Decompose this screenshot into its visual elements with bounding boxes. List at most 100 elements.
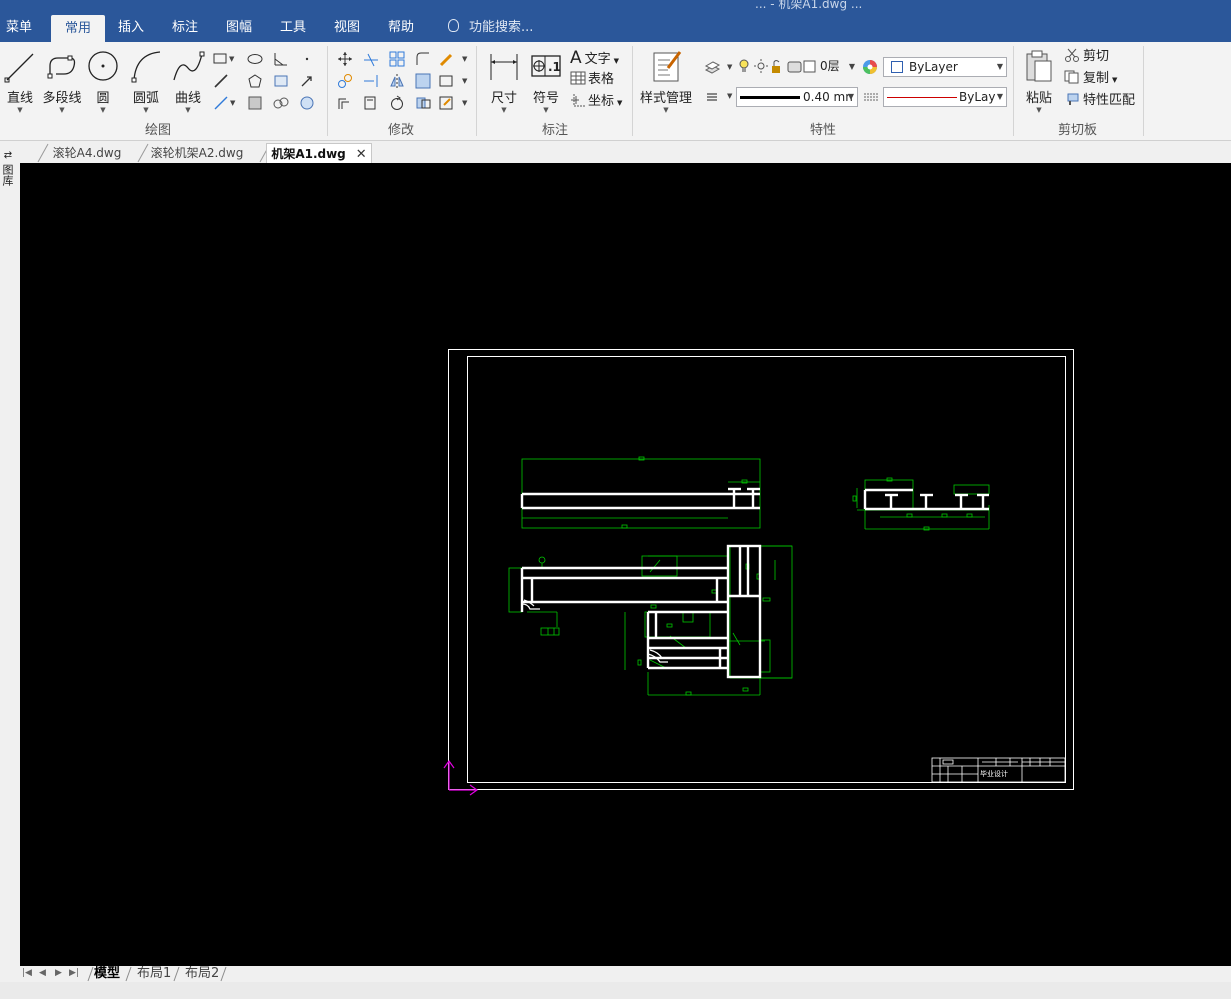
fillet-icon[interactable] bbox=[414, 50, 432, 68]
menu-bar: 菜单 常用 插入 标注 图幅 工具 视图 帮助 功能搜索... bbox=[0, 14, 1231, 42]
edit-icon[interactable]: ▼ bbox=[438, 94, 468, 112]
close-icon[interactable]: ✕ bbox=[356, 147, 367, 162]
text-label: 文字 bbox=[584, 52, 611, 67]
ellipse-icon[interactable] bbox=[246, 50, 264, 68]
linetype-dropdown[interactable]: ByLaye ▼ bbox=[883, 87, 1007, 107]
move-icon[interactable] bbox=[336, 50, 354, 68]
polygon-icon[interactable] bbox=[246, 72, 264, 90]
ucs-icon bbox=[443, 759, 479, 796]
menu-item-home[interactable]: 常用 bbox=[51, 15, 106, 42]
drawing-canvas[interactable]: 毕业设计 bbox=[20, 163, 1231, 967]
hatch-icon[interactable] bbox=[272, 72, 290, 90]
cloud-icon[interactable] bbox=[272, 94, 290, 112]
layer-state-icon[interactable]: ▼ bbox=[703, 58, 733, 76]
table-label: 表格 bbox=[588, 72, 615, 87]
stretch-icon[interactable]: ▼ bbox=[438, 72, 468, 90]
line-label: 直线 bbox=[6, 91, 33, 106]
brush-icon[interactable]: ▼ bbox=[438, 50, 468, 68]
lineweight-dropdown[interactable]: 0.40 mn ▼ bbox=[736, 87, 858, 107]
angle-line-icon[interactable] bbox=[272, 50, 290, 68]
paste-button[interactable]: 粘贴 ▼ bbox=[1021, 48, 1057, 118]
match-properties-button[interactable]: 特性匹配 bbox=[1064, 91, 1135, 111]
coordinate-button[interactable]: 坐标 ▼ bbox=[570, 92, 622, 112]
mirror-icon[interactable] bbox=[388, 72, 406, 90]
scale-icon[interactable] bbox=[414, 72, 432, 90]
break-icon[interactable] bbox=[414, 94, 432, 112]
rectangle-icon[interactable]: ▼ bbox=[212, 50, 235, 68]
extend-icon[interactable] bbox=[362, 72, 380, 90]
curve-button[interactable]: 曲线 ▼ bbox=[168, 48, 208, 118]
scissors-icon bbox=[1065, 48, 1079, 62]
layout-tab-2[interactable]: 布局2 bbox=[185, 966, 219, 982]
trim-icon[interactable] bbox=[362, 50, 380, 68]
prev-layout-icon[interactable]: ◀ bbox=[39, 968, 46, 978]
dimension-button[interactable]: 尺寸 ▼ bbox=[484, 48, 524, 118]
separator bbox=[327, 46, 328, 136]
menu-item-view[interactable]: 视图 bbox=[330, 14, 364, 42]
region-icon[interactable] bbox=[298, 94, 316, 112]
svg-text:▼: ▼ bbox=[462, 77, 468, 85]
file-tab-1[interactable]: 滚轮A4.dwg bbox=[50, 143, 124, 163]
polyline-button[interactable]: 多段线 ▼ bbox=[41, 48, 83, 118]
block-icon[interactable] bbox=[246, 94, 264, 112]
separator bbox=[1013, 46, 1014, 136]
modify-group-label: 修改 bbox=[388, 123, 415, 138]
arc-button[interactable]: 圆弧 ▼ bbox=[126, 48, 166, 118]
separator bbox=[632, 46, 633, 136]
first-layout-icon[interactable]: |◀ bbox=[22, 968, 32, 978]
style-manager-button[interactable]: 样式管理 ▼ bbox=[640, 48, 692, 118]
color-dropdown[interactable]: ByLayer ▼ bbox=[883, 57, 1007, 77]
paste-icon bbox=[1026, 50, 1052, 82]
dimension-icon bbox=[490, 54, 518, 80]
title-block-text: 毕业设计 bbox=[980, 769, 1008, 778]
menu-item-sheet[interactable]: 图幅 bbox=[222, 14, 256, 42]
curve-icon bbox=[173, 51, 205, 81]
file-tab-2[interactable]: 滚轮机架A2.dwg bbox=[147, 143, 247, 163]
lineweight-settings-icon[interactable]: ▼ bbox=[703, 87, 733, 105]
menu-item-tools[interactable]: 工具 bbox=[276, 14, 310, 42]
copy-object-icon[interactable] bbox=[336, 72, 354, 90]
copy-button[interactable]: 复制 ▼ bbox=[1064, 69, 1117, 89]
center-line-icon[interactable]: ▼ bbox=[212, 94, 236, 112]
svg-text:▼: ▼ bbox=[229, 55, 235, 63]
construction-line-icon[interactable] bbox=[212, 72, 230, 90]
circle-button[interactable]: 圆 ▼ bbox=[85, 48, 121, 118]
cut-button[interactable]: 剪切 bbox=[1064, 47, 1109, 67]
circle-label: 圆 bbox=[96, 91, 110, 106]
menu-item-menu[interactable]: 菜单 bbox=[2, 14, 36, 42]
line-button[interactable]: 直线 ▼ bbox=[0, 48, 40, 118]
svg-text:▼: ▼ bbox=[727, 92, 733, 100]
layout-tab-model[interactable]: 模型 bbox=[94, 966, 120, 982]
arrow-icon[interactable] bbox=[298, 72, 316, 90]
copy-label: 复制 bbox=[1083, 71, 1110, 86]
text-button[interactable]: A 文字 ▼ bbox=[570, 48, 619, 68]
rotate-icon[interactable] bbox=[388, 94, 406, 112]
explode-icon[interactable] bbox=[362, 94, 380, 112]
table-button[interactable]: 表格 bbox=[570, 70, 614, 90]
layout-tab-1[interactable]: 布局1 bbox=[137, 966, 171, 982]
offset-icon[interactable] bbox=[336, 94, 354, 112]
separator bbox=[1143, 46, 1144, 136]
symbol-button[interactable]: .1 符号 ▼ bbox=[526, 48, 566, 118]
menu-item-help[interactable]: 帮助 bbox=[384, 14, 418, 42]
point-icon[interactable] bbox=[298, 50, 316, 68]
lineweight-value: 0.40 mn bbox=[803, 90, 853, 104]
linetype-scale-icon[interactable] bbox=[862, 88, 880, 106]
layer-dropdown[interactable]: 0层 ▼ bbox=[736, 57, 858, 77]
table-icon bbox=[570, 71, 586, 85]
svg-text:▼: ▼ bbox=[230, 99, 236, 107]
arc-label: 圆弧 bbox=[132, 91, 159, 106]
symbol-label: 符号 bbox=[532, 91, 559, 106]
polyline-label: 多段线 bbox=[42, 91, 82, 106]
next-layout-icon[interactable]: ▶ bbox=[55, 968, 62, 978]
color-wheel-icon[interactable] bbox=[862, 59, 880, 77]
library-panel-tab[interactable]: ⇄ 图库 bbox=[1, 149, 15, 186]
separator bbox=[476, 46, 477, 136]
array-icon[interactable] bbox=[388, 50, 406, 68]
circle-icon bbox=[88, 51, 118, 81]
menu-item-annotate[interactable]: 标注 bbox=[168, 14, 202, 42]
file-tab-active[interactable]: 机架A1.dwg ✕ bbox=[266, 143, 372, 163]
menu-item-insert[interactable]: 插入 bbox=[114, 14, 148, 42]
feature-search[interactable]: 功能搜索... bbox=[448, 14, 533, 42]
last-layout-icon[interactable]: ▶| bbox=[69, 968, 79, 978]
